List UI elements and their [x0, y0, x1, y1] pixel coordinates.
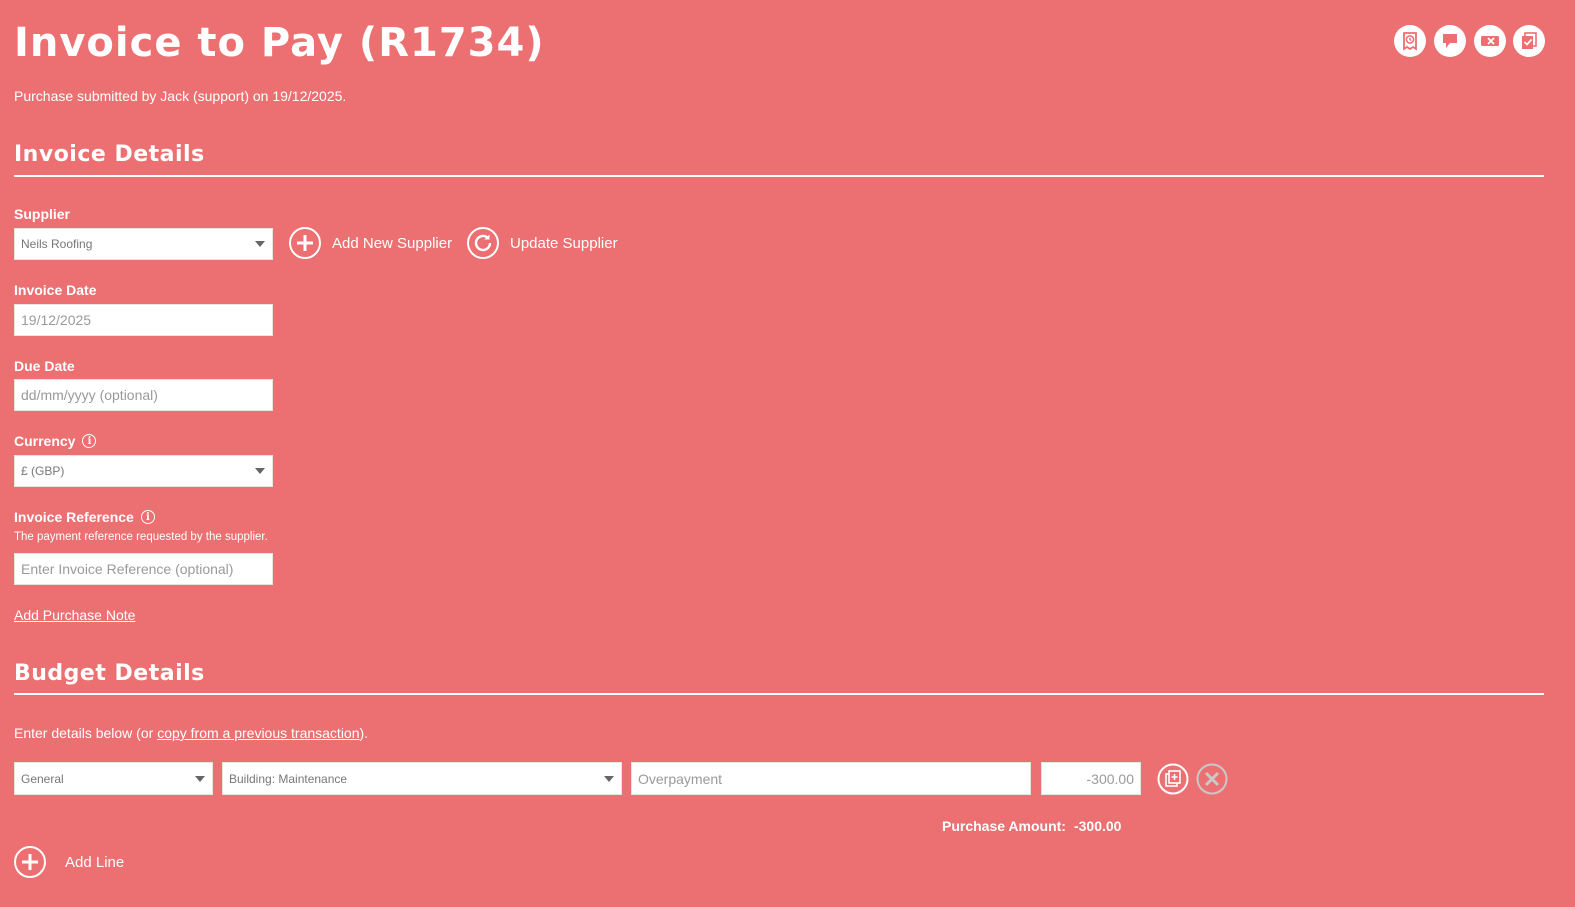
plus-circle-icon	[289, 227, 321, 259]
chevron-down-icon	[255, 468, 265, 474]
line-amount-value: -300.00	[1086, 770, 1134, 787]
page-title: Invoice to Pay (R1734)	[14, 20, 545, 66]
line-amount-field[interactable]: -300.00	[1041, 762, 1141, 795]
invoice-details-heading: Invoice Details	[14, 142, 205, 167]
currency-label: Currency i	[14, 433, 97, 449]
remove-line-icon[interactable]	[1196, 763, 1228, 795]
budget-details-heading: Budget Details	[14, 661, 205, 686]
add-purchase-note-link[interactable]: Add Purchase Note	[14, 607, 135, 623]
supplier-label: Supplier	[14, 206, 71, 222]
section-divider	[14, 693, 1544, 695]
receipt-clock-icon[interactable]	[1394, 25, 1426, 57]
refresh-icon	[467, 227, 499, 259]
purchase-amount-total: Purchase Amount: -300.00	[942, 818, 1121, 834]
chevron-down-icon	[195, 775, 205, 782]
add-new-supplier-button[interactable]: Add New Supplier	[288, 226, 452, 260]
invoice-reference-help: The payment reference requested by the s…	[14, 531, 268, 543]
invoice-date-label: Invoice Date	[14, 282, 97, 298]
currency-value: £ (GBP)	[21, 464, 65, 478]
chevron-down-icon	[604, 775, 614, 782]
category-value: Building: Maintenance	[229, 771, 348, 786]
purchase-amount-value: -300.00	[1073, 818, 1122, 834]
purchase-amount-label: Purchase Amount:	[942, 818, 1066, 834]
add-line-label: Add Line	[65, 853, 125, 871]
add-line-button[interactable]: Add Line	[13, 845, 124, 879]
split-line-icon[interactable]	[1157, 763, 1189, 795]
info-icon[interactable]: i	[82, 434, 97, 448]
supplier-select[interactable]: Neils Roofing	[14, 228, 273, 260]
discard-icon[interactable]	[1474, 25, 1506, 57]
info-icon[interactable]: i	[140, 510, 155, 524]
copy-previous-transaction-link[interactable]: copy from a previous transaction	[157, 725, 359, 741]
due-date-label: Due Date	[14, 358, 75, 374]
chevron-down-icon	[255, 241, 265, 247]
approve-icon[interactable]	[1513, 25, 1545, 57]
invoice-reference-label: Invoice Reference i	[14, 509, 155, 525]
update-supplier-label: Update Supplier	[510, 234, 618, 252]
category-select[interactable]: Building: Maintenance	[222, 762, 622, 795]
line-description-field[interactable]: Overpayment	[631, 762, 1031, 795]
invoice-date-value: 19/12/2025	[21, 312, 92, 328]
comment-icon[interactable]	[1434, 25, 1466, 57]
supplier-value: Neils Roofing	[21, 237, 93, 251]
add-new-supplier-label: Add New Supplier	[332, 234, 453, 252]
line-description-value: Overpayment	[638, 770, 723, 787]
currency-select[interactable]: £ (GBP)	[14, 455, 273, 487]
update-supplier-button[interactable]: Update Supplier	[466, 226, 618, 260]
due-date-field[interactable]	[14, 379, 273, 411]
budget-select[interactable]: General	[14, 762, 213, 795]
budget-intro: Enter details below (or copy from a prev…	[14, 725, 369, 741]
section-divider	[14, 175, 1544, 177]
invoice-date-field[interactable]: 19/12/2025	[14, 304, 273, 336]
budget-value: General	[21, 771, 64, 786]
plus-circle-icon	[14, 846, 46, 878]
page-subtitle: Purchase submitted by Jack (support) on …	[14, 88, 347, 104]
invoice-reference-field[interactable]	[14, 553, 273, 585]
